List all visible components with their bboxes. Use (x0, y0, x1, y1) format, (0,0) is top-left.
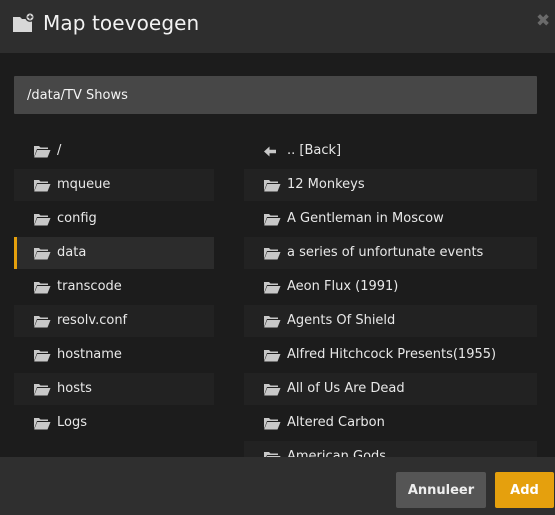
folder-icon (34, 180, 51, 192)
list-item-label: Logs (57, 415, 87, 430)
list-item-label: config (57, 211, 97, 226)
dialog-title: Map toevoegen (43, 11, 200, 35)
list-item[interactable]: Agents Of Shield (244, 305, 537, 337)
folder-icon (34, 316, 51, 328)
list-item-label: A Gentleman in Moscow (287, 211, 444, 226)
list-item-label: data (57, 245, 87, 260)
folder-icon (34, 350, 51, 362)
folder-icon (264, 282, 281, 294)
list-item-label: .. [Back] (287, 143, 342, 158)
sidebar-item-logs[interactable]: Logs (14, 407, 214, 439)
list-item-label: Alfred Hitchcock Presents(1955) (287, 347, 497, 362)
folder-icon (264, 316, 281, 328)
list-item-label: Aeon Flux (1991) (287, 279, 399, 294)
sidebar-item-[interactable]: / (14, 135, 214, 167)
sidebar-item-config[interactable]: config (14, 203, 214, 235)
list-item[interactable]: Aeon Flux (1991) (244, 271, 537, 303)
right-folder-list[interactable]: .. [Back] 12 Monkeys A Gentleman in Moscow… (244, 135, 555, 457)
sidebar-item-hosts[interactable]: hosts (14, 373, 214, 405)
list-item-label: American Gods (287, 449, 387, 457)
list-item[interactable]: Alfred Hitchcock Presents(1955) (244, 339, 537, 371)
folder-icon (34, 384, 51, 396)
list-item-label: Altered Carbon (287, 415, 385, 430)
folder-icon (264, 248, 281, 260)
sidebar-item-mqueue[interactable]: mqueue (14, 169, 214, 201)
folder-icon (264, 418, 281, 430)
list-item-label: hosts (57, 381, 92, 396)
list-item[interactable]: All of Us Are Dead (244, 373, 537, 405)
list-item-label: a series of unfortunate events (287, 245, 484, 260)
list-item[interactable]: 12 Monkeys (244, 169, 537, 201)
list-item-label: / (57, 143, 62, 158)
back-item[interactable]: .. [Back] (244, 135, 537, 167)
folder-icon (34, 248, 51, 260)
folder-icon (34, 418, 51, 430)
add-button[interactable]: Add (495, 472, 554, 508)
list-item-label: Agents Of Shield (287, 313, 396, 328)
sidebar-item-hostname[interactable]: hostname (14, 339, 214, 371)
list-item[interactable]: a series of unfortunate events (244, 237, 537, 269)
folder-icon (264, 214, 281, 226)
list-item[interactable]: Altered Carbon (244, 407, 537, 439)
list-item-label: All of Us Are Dead (287, 381, 405, 396)
path-input[interactable] (14, 76, 537, 114)
cancel-button[interactable]: Annuleer (396, 472, 486, 508)
folder-icon (264, 180, 281, 192)
list-item-label: mqueue (57, 177, 111, 192)
list-item-label: resolv.conf (57, 313, 128, 328)
list-item[interactable]: American Gods (244, 441, 537, 457)
sidebar-item-data[interactable]: data (14, 237, 214, 269)
dialog-footer: Annuleer Add (0, 457, 555, 515)
list-item-label: transcode (57, 279, 122, 294)
folder-icon (264, 350, 281, 362)
sidebar-item-resolv-conf[interactable]: resolv.conf (14, 305, 214, 337)
dialog-header: Map toevoegen ✖ (0, 0, 555, 53)
folder-add-icon (13, 12, 35, 32)
sidebar-item-transcode[interactable]: transcode (14, 271, 214, 303)
close-icon[interactable]: ✖ (536, 10, 555, 32)
list-item[interactable]: A Gentleman in Moscow (244, 203, 537, 235)
list-item-label: hostname (57, 347, 122, 362)
folder-icon (34, 282, 51, 294)
list-item-label: 12 Monkeys (287, 177, 365, 192)
folder-icon (34, 146, 51, 158)
folder-icon (264, 384, 281, 396)
back-arrow-icon (264, 146, 276, 157)
folder-icon (34, 214, 51, 226)
